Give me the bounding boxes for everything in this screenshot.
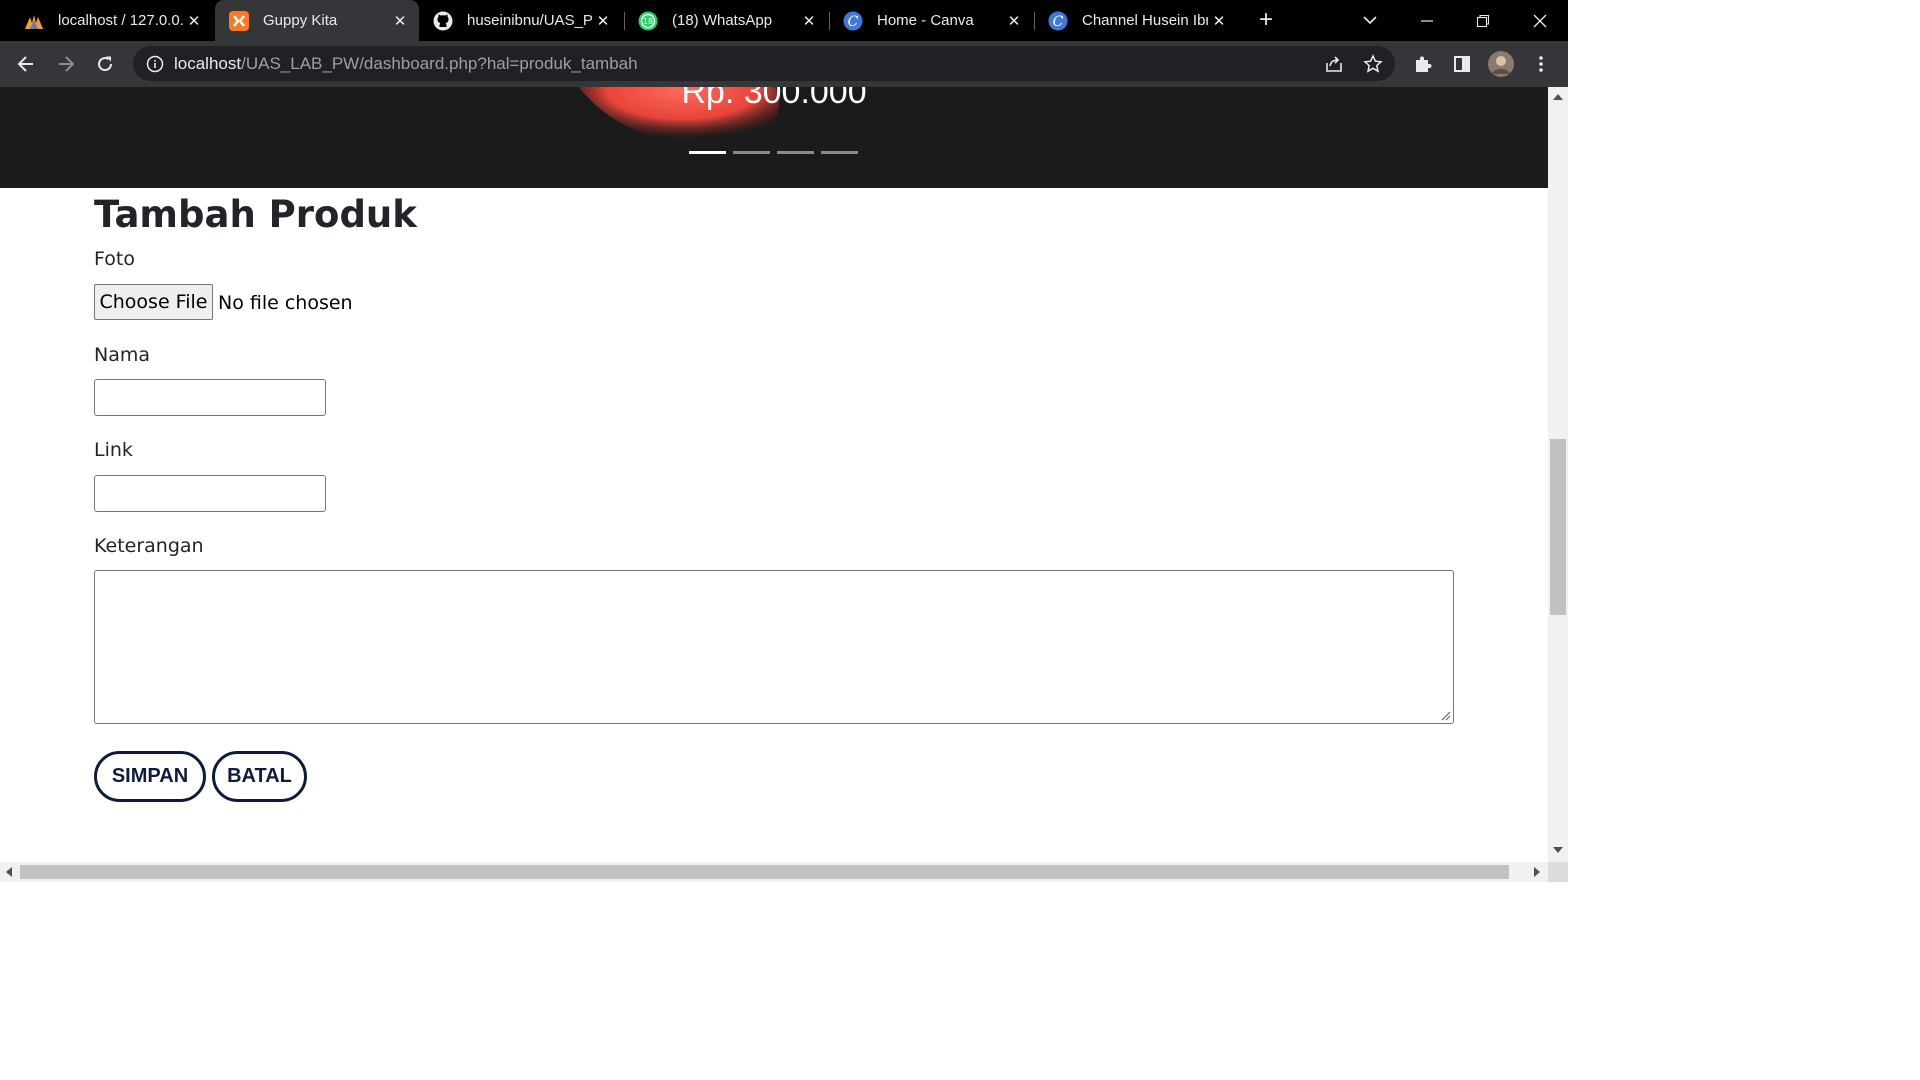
scroll-left-arrow-icon[interactable] bbox=[6, 867, 12, 877]
back-button[interactable] bbox=[14, 52, 38, 76]
horizontal-scroll-thumb[interactable] bbox=[20, 865, 1509, 879]
scroll-right-arrow-icon[interactable] bbox=[1534, 867, 1540, 877]
tab-title: localhost / 127.0.0.1 bbox=[58, 12, 183, 29]
canva-icon: C bbox=[843, 11, 863, 31]
carousel-indicator-4[interactable] bbox=[821, 151, 858, 154]
whatsapp-icon: 18 bbox=[638, 11, 658, 31]
restore-button[interactable] bbox=[1455, 0, 1511, 41]
simpan-button[interactable]: SIMPAN bbox=[94, 751, 206, 802]
tab-title: Channel Husein Ibnu bbox=[1082, 12, 1208, 29]
batal-button[interactable]: BATAL bbox=[212, 751, 307, 802]
phpmyadmin-icon bbox=[24, 11, 44, 31]
bookmark-star-icon[interactable] bbox=[1363, 54, 1383, 79]
tab-canva-home[interactable]: C Home - Canva ✕ bbox=[830, 0, 1033, 41]
tab-search-chevron-icon[interactable] bbox=[1360, 10, 1380, 30]
scrollbar-corner bbox=[1548, 862, 1568, 882]
url-text: localhost/UAS_LAB_PW/dashboard.php?hal=p… bbox=[174, 54, 638, 73]
vertical-scrollbar[interactable] bbox=[1548, 87, 1568, 862]
puzzle-icon bbox=[1416, 56, 1432, 72]
svg-text:C: C bbox=[1053, 14, 1064, 30]
tab-title: Guppy Kita bbox=[263, 12, 338, 29]
tab-github[interactable]: huseinibnu/UAS_PW ✕ bbox=[419, 0, 622, 41]
link-label: Link bbox=[94, 439, 133, 461]
carousel-price: Rp. 300.000 bbox=[681, 87, 867, 111]
github-icon bbox=[433, 11, 453, 31]
close-icon[interactable]: ✕ bbox=[389, 12, 411, 30]
tab-title: huseinibnu/UAS_PW bbox=[467, 12, 592, 29]
close-icon[interactable]: ✕ bbox=[1208, 12, 1230, 30]
minimize-button[interactable] bbox=[1399, 0, 1455, 41]
carousel-indicators bbox=[689, 151, 858, 154]
reload-button[interactable] bbox=[93, 52, 117, 76]
close-icon[interactable]: ✕ bbox=[592, 12, 614, 30]
tab-title: (18) WhatsApp bbox=[672, 12, 773, 29]
close-icon[interactable]: ✕ bbox=[798, 12, 820, 30]
side-panel-button[interactable] bbox=[1450, 52, 1474, 76]
side-panel-icon bbox=[1454, 56, 1470, 72]
address-bar[interactable]: localhost/UAS_LAB_PW/dashboard.php?hal=p… bbox=[133, 46, 1395, 81]
reload-icon bbox=[98, 56, 113, 72]
minimize-icon bbox=[1421, 19, 1433, 22]
restore-icon bbox=[1476, 14, 1490, 27]
choose-file-button[interactable]: Choose File bbox=[94, 284, 213, 320]
tab-whatsapp[interactable]: 18 (18) WhatsApp ✕ bbox=[625, 0, 828, 41]
share-icon[interactable] bbox=[1324, 54, 1344, 79]
browser-toolbar: localhost/UAS_LAB_PW/dashboard.php?hal=p… bbox=[0, 41, 1568, 88]
profile-avatar[interactable] bbox=[1488, 51, 1514, 77]
forward-button[interactable] bbox=[54, 52, 78, 76]
new-tab-button[interactable]: + bbox=[1253, 7, 1279, 33]
keterangan-label: Keterangan bbox=[94, 535, 204, 557]
forward-arrow-icon bbox=[59, 56, 75, 72]
tab-guppy-kita[interactable]: Guppy Kita ✕ bbox=[215, 0, 419, 41]
svg-text:C: C bbox=[848, 14, 859, 30]
close-icon bbox=[1533, 14, 1547, 27]
foto-label: Foto bbox=[94, 248, 135, 270]
site-info-icon[interactable] bbox=[146, 55, 164, 78]
tab-phpmyadmin[interactable]: localhost / 127.0.0.1 ✕ bbox=[0, 0, 213, 41]
browser-menu-button[interactable] bbox=[1529, 52, 1553, 76]
resize-grip-icon[interactable] bbox=[1441, 711, 1451, 721]
carousel-indicator-1[interactable] bbox=[689, 151, 726, 154]
page-viewport: Rp. 300.000 Tambah Produk Foto Choose Fi… bbox=[0, 87, 1548, 862]
tab-strip: localhost / 127.0.0.1 ✕ Guppy Kita ✕ hus… bbox=[0, 0, 1568, 41]
file-status-text: No file chosen bbox=[218, 292, 353, 314]
close-icon[interactable]: ✕ bbox=[1003, 12, 1025, 30]
vertical-scroll-thumb[interactable] bbox=[1550, 439, 1566, 615]
xampp-icon bbox=[229, 10, 249, 31]
tab-canva-channel[interactable]: C Channel Husein Ibnu ✕ bbox=[1035, 0, 1238, 41]
scroll-up-arrow-icon[interactable] bbox=[1553, 94, 1563, 100]
close-icon[interactable]: ✕ bbox=[183, 12, 205, 30]
carousel-indicator-3[interactable] bbox=[777, 151, 814, 154]
nama-label: Nama bbox=[94, 344, 151, 366]
horizontal-scrollbar[interactable] bbox=[0, 862, 1548, 882]
product-carousel[interactable]: Rp. 300.000 bbox=[0, 87, 1548, 188]
extensions-button[interactable] bbox=[1411, 52, 1435, 76]
more-vertical-icon bbox=[1539, 56, 1543, 72]
tab-title: Home - Canva bbox=[877, 12, 974, 29]
nama-input[interactable] bbox=[94, 379, 326, 416]
scroll-down-arrow-icon[interactable] bbox=[1553, 847, 1563, 853]
close-window-button[interactable] bbox=[1512, 0, 1568, 41]
back-arrow-icon bbox=[17, 56, 33, 72]
svg-text:18: 18 bbox=[643, 17, 653, 26]
carousel-indicator-2[interactable] bbox=[733, 151, 770, 154]
keterangan-textarea[interactable] bbox=[94, 570, 1454, 724]
page-title: Tambah Produk bbox=[94, 193, 417, 236]
link-input[interactable] bbox=[94, 475, 326, 512]
canva-icon: C bbox=[1048, 11, 1068, 31]
